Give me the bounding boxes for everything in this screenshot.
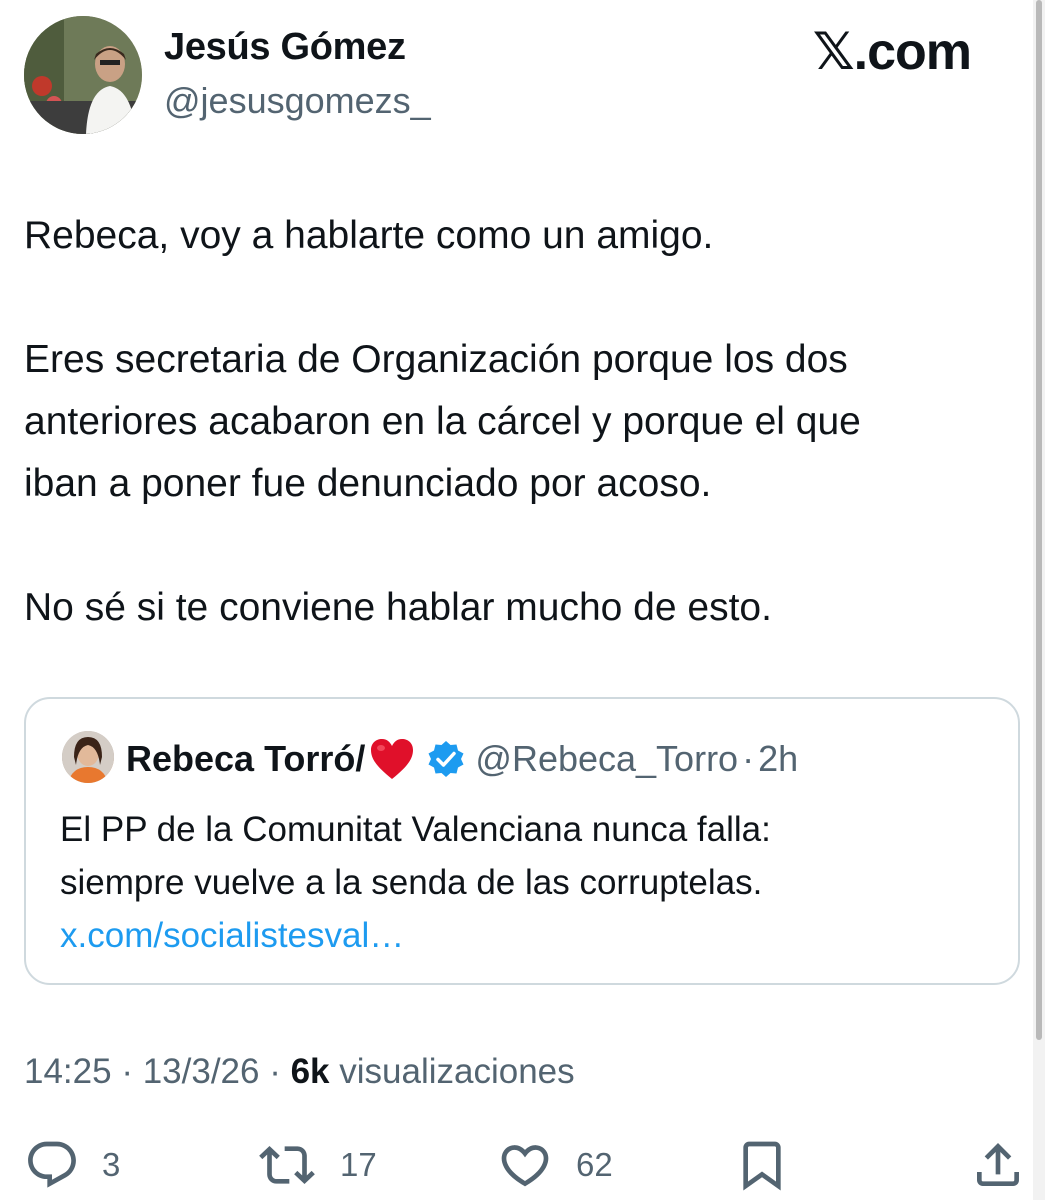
heart-icon (501, 1145, 549, 1187)
tweet-time[interactable]: 14:25 (24, 1052, 112, 1091)
site-logo: 𝕏.com (812, 23, 972, 81)
quoted-tweet-text: El PP de la Comunitat Valenciana nunca f… (60, 803, 771, 962)
scrollbar-thumb[interactable] (1036, 0, 1042, 1040)
meta-separator: · (111, 1052, 143, 1091)
verified-badge-icon (428, 741, 464, 777)
tweet-line: iban a poner fue denunciado por acoso. (24, 462, 712, 505)
author-handle[interactable]: @jesusgomezs_ (164, 80, 431, 122)
quoted-tweet-line: El PP de la Comunitat Valenciana nunca f… (60, 810, 771, 849)
quoted-tweet-time[interactable]: 2h (758, 738, 798, 780)
like-count: 62 (576, 1146, 613, 1183)
bookmark-button[interactable] (734, 1135, 790, 1195)
quoted-author-avatar (62, 731, 114, 783)
quoted-tweet-header: Rebeca Torró/ @Rebeca_Torro · 2h (126, 735, 798, 783)
author-avatar[interactable] (24, 16, 142, 134)
quoted-author-handle[interactable]: @Rebeca_Torro (475, 738, 738, 780)
action-bar: 3 17 62 (0, 1135, 1047, 1195)
share-icon (977, 1143, 1019, 1186)
header-separator: · (742, 738, 755, 779)
tweet-paragraph: No sé si te conviene hablar mucho de est… (24, 586, 772, 629)
tweet-date[interactable]: 13/3/26 (143, 1052, 260, 1091)
reply-button[interactable]: 3 (24, 1135, 120, 1195)
red-heart-icon (371, 739, 414, 779)
bookmark-icon (743, 1141, 781, 1191)
quoted-author-name[interactable]: Rebeca Torró/ (126, 738, 365, 780)
like-button[interactable]: 62 (496, 1135, 613, 1195)
views-count: 6k (290, 1052, 330, 1091)
author-name[interactable]: Jesús Gómez (164, 26, 406, 69)
scrollbar[interactable] (1033, 0, 1045, 1200)
quoted-tweet-line: siempre vuelve a la senda de las corrupt… (60, 863, 763, 902)
tweet-line: Eres secretaria de Organización porque l… (24, 338, 848, 381)
repost-count: 17 (340, 1146, 377, 1183)
quoted-tweet-card[interactable]: Rebeca Torró/ @Rebeca_Torro · 2h El PP d… (24, 697, 1020, 985)
repost-button[interactable]: 17 (256, 1135, 377, 1195)
tweet-line: anteriores acabaron en la cárcel y porqu… (24, 400, 861, 443)
repost-icon (259, 1146, 315, 1184)
views-label: visualizaciones (329, 1052, 575, 1091)
reply-icon (28, 1141, 76, 1188)
tweet-paragraph: Rebeca, voy a hablarte como un amigo. (24, 214, 714, 257)
share-button[interactable] (970, 1135, 1026, 1195)
meta-separator: · (259, 1052, 291, 1091)
tweet-text: Rebeca, voy a hablarte como un amigo. Er… (24, 205, 1014, 639)
reply-count: 3 (102, 1146, 121, 1183)
tweet-meta: 14:25 · 13/3/26 · 6k visualizaciones (24, 1052, 575, 1092)
quoted-tweet-link[interactable]: x.com/socialistesval… (60, 909, 771, 962)
tweet-paragraph: Eres secretaria de Organización porque l… (24, 329, 1014, 515)
